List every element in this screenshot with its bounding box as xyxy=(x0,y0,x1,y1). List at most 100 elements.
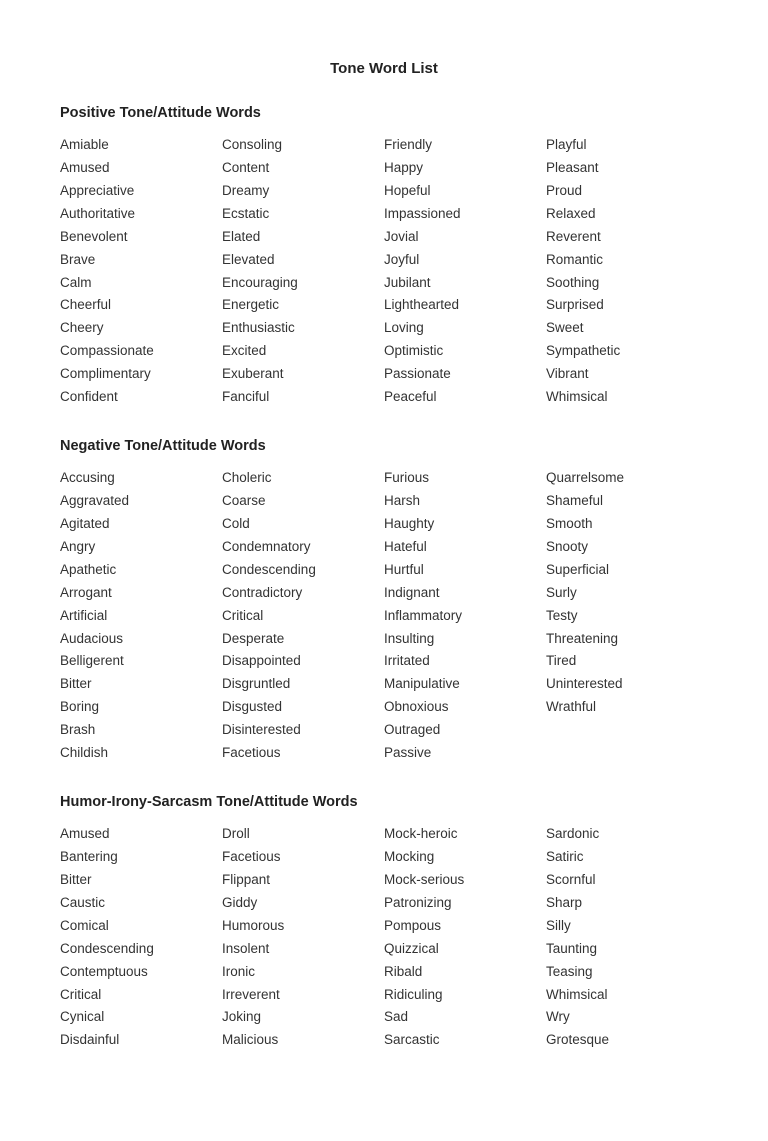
word-item: Facetious xyxy=(222,847,384,868)
word-item: Coarse xyxy=(222,491,384,512)
word-item: Boring xyxy=(60,697,222,718)
section-heading-negative: Negative Tone/Attitude Words xyxy=(60,438,708,454)
word-item: Testy xyxy=(546,606,708,627)
word-item: Whimsical xyxy=(546,387,708,408)
word-item: Comical xyxy=(60,916,222,937)
word-column-negative-3: QuarrelsomeShamefulSmoothSnootySuperfici… xyxy=(546,468,708,764)
word-column-positive-3: PlayfulPleasantProudRelaxedReverentRoman… xyxy=(546,135,708,408)
word-item: Contemptuous xyxy=(60,962,222,983)
word-item: Obnoxious xyxy=(384,697,546,718)
word-column-humor-2: Mock-heroicMockingMock-seriousPatronizin… xyxy=(384,824,546,1051)
word-item: Caustic xyxy=(60,893,222,914)
word-item: Childish xyxy=(60,743,222,764)
word-item: Disinterested xyxy=(222,720,384,741)
word-item: Silly xyxy=(546,916,708,937)
word-item: Outraged xyxy=(384,720,546,741)
word-item: Brave xyxy=(60,250,222,271)
word-item: Surly xyxy=(546,583,708,604)
word-item: Contradictory xyxy=(222,583,384,604)
word-item: Hopeful xyxy=(384,181,546,202)
word-item: Calm xyxy=(60,273,222,294)
word-item: Jubilant xyxy=(384,273,546,294)
word-item: Amused xyxy=(60,824,222,845)
word-item: Sweet xyxy=(546,318,708,339)
word-item: Proud xyxy=(546,181,708,202)
word-item: Disdainful xyxy=(60,1030,222,1051)
word-item: Amused xyxy=(60,158,222,179)
word-item: Mock-heroic xyxy=(384,824,546,845)
word-item: Ridiculing xyxy=(384,985,546,1006)
word-item: Uninterested xyxy=(546,674,708,695)
word-item: Pleasant xyxy=(546,158,708,179)
word-item: Indignant xyxy=(384,583,546,604)
word-item: Amiable xyxy=(60,135,222,156)
word-item: Apathetic xyxy=(60,560,222,581)
word-item: Whimsical xyxy=(546,985,708,1006)
word-item: Insulting xyxy=(384,629,546,650)
word-item: Playful xyxy=(546,135,708,156)
word-item: Sharp xyxy=(546,893,708,914)
word-item: Threatening xyxy=(546,629,708,650)
word-item: Condescending xyxy=(60,939,222,960)
word-item: Shameful xyxy=(546,491,708,512)
word-grid-positive: AmiableAmusedAppreciativeAuthoritativeBe… xyxy=(60,135,708,408)
word-column-negative-1: CholericCoarseColdCondemnatoryCondescend… xyxy=(222,468,384,764)
word-item: Critical xyxy=(222,606,384,627)
word-item: Optimistic xyxy=(384,341,546,362)
word-item: Encouraging xyxy=(222,273,384,294)
word-item: Ironic xyxy=(222,962,384,983)
word-item: Energetic xyxy=(222,295,384,316)
section-negative: Negative Tone/Attitude Words AccusingAggr… xyxy=(60,438,708,764)
word-item: Happy xyxy=(384,158,546,179)
word-item: Jovial xyxy=(384,227,546,248)
word-item: Droll xyxy=(222,824,384,845)
word-item: Quizzical xyxy=(384,939,546,960)
word-item: Brash xyxy=(60,720,222,741)
word-item: Irritated xyxy=(384,651,546,672)
word-item: Vibrant xyxy=(546,364,708,385)
word-item: Cheery xyxy=(60,318,222,339)
word-item: Malicious xyxy=(222,1030,384,1051)
word-item: Romantic xyxy=(546,250,708,271)
word-column-positive-1: ConsolingContentDreamyEcstaticElatedElev… xyxy=(222,135,384,408)
word-item: Disgusted xyxy=(222,697,384,718)
word-item: Dreamy xyxy=(222,181,384,202)
page-title: Tone Word List xyxy=(60,60,708,77)
word-item: Complimentary xyxy=(60,364,222,385)
word-item: Harsh xyxy=(384,491,546,512)
word-item: Aggravated xyxy=(60,491,222,512)
word-item: Arrogant xyxy=(60,583,222,604)
word-column-positive-0: AmiableAmusedAppreciativeAuthoritativeBe… xyxy=(60,135,222,408)
word-item: Sympathetic xyxy=(546,341,708,362)
word-item: Mocking xyxy=(384,847,546,868)
word-item: Critical xyxy=(60,985,222,1006)
word-item: Agitated xyxy=(60,514,222,535)
word-item: Passionate xyxy=(384,364,546,385)
word-item: Compassionate xyxy=(60,341,222,362)
word-item: Audacious xyxy=(60,629,222,650)
word-item: Passive xyxy=(384,743,546,764)
section-heading-positive: Positive Tone/Attitude Words xyxy=(60,105,708,121)
word-item: Condescending xyxy=(222,560,384,581)
word-item: Exuberant xyxy=(222,364,384,385)
word-item: Cold xyxy=(222,514,384,535)
word-item: Wrathful xyxy=(546,697,708,718)
word-column-humor-1: DrollFacetiousFlippantGiddyHumorousInsol… xyxy=(222,824,384,1051)
word-item: Grotesque xyxy=(546,1030,708,1051)
word-item: Elevated xyxy=(222,250,384,271)
word-item: Artificial xyxy=(60,606,222,627)
word-item: Accusing xyxy=(60,468,222,489)
word-item: Teasing xyxy=(546,962,708,983)
word-item: Furious xyxy=(384,468,546,489)
word-item: Superficial xyxy=(546,560,708,581)
word-item: Irreverent xyxy=(222,985,384,1006)
word-item: Surprised xyxy=(546,295,708,316)
word-item: Condemnatory xyxy=(222,537,384,558)
word-item: Soothing xyxy=(546,273,708,294)
word-column-negative-0: AccusingAggravatedAgitatedAngryApathetic… xyxy=(60,468,222,764)
word-item: Elated xyxy=(222,227,384,248)
word-item: Excited xyxy=(222,341,384,362)
word-item: Lighthearted xyxy=(384,295,546,316)
word-item: Patronizing xyxy=(384,893,546,914)
word-item: Satiric xyxy=(546,847,708,868)
